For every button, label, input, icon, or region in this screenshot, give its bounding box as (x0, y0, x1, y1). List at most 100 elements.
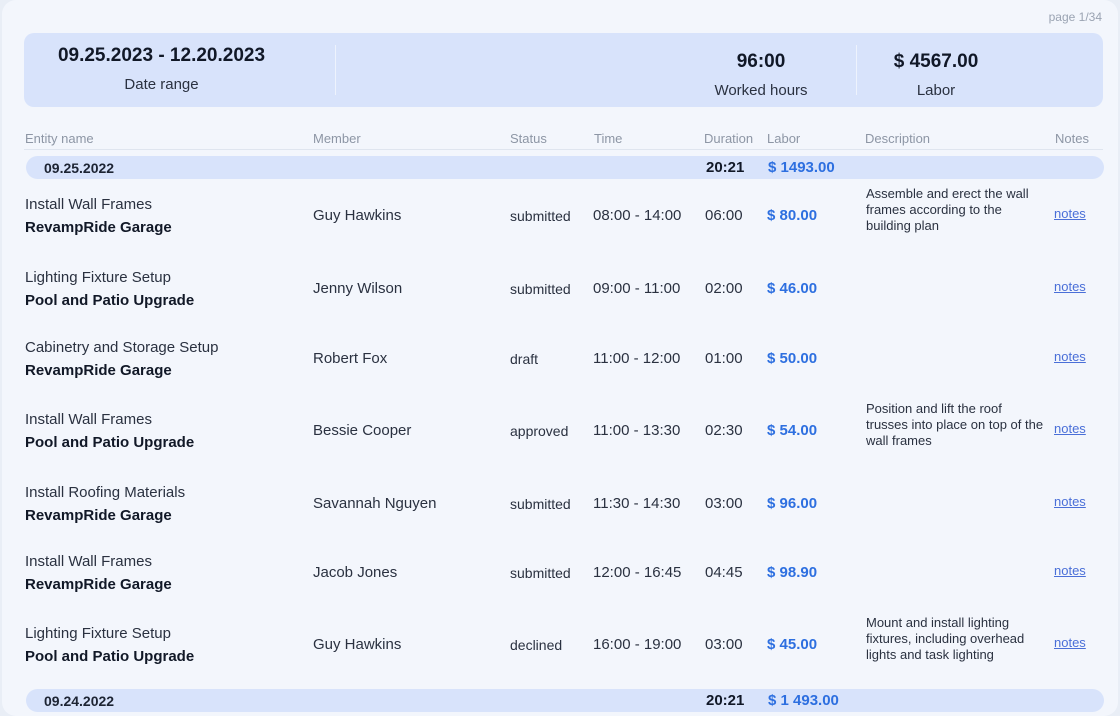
member-cell: Guy Hawkins (313, 207, 402, 224)
member-cell: Guy Hawkins (313, 636, 402, 653)
time-cell: 09:00 - 11:00 (593, 280, 681, 297)
time-cell: 08:00 - 14:00 (593, 207, 682, 224)
page-indicator: page 1/34 (1048, 10, 1102, 24)
notes-link[interactable]: notes (1054, 563, 1086, 578)
table-row: Lighting Fixture Setup Pool and Patio Up… (2, 259, 1118, 319)
status-cell: submitted (510, 281, 571, 297)
task-name: Install Wall Frames (25, 411, 152, 428)
table-row: Install Wall Frames RevampRide Garage Ja… (2, 543, 1118, 603)
entity-cell: Install Wall Frames RevampRide Garage (25, 553, 172, 593)
entity-cell: Install Roofing Materials RevampRide Gar… (25, 484, 185, 524)
task-name: Lighting Fixture Setup (25, 269, 171, 286)
date-group-header: 09.24.2022 20:21 $ 1 493.00 (26, 689, 1104, 712)
entity-cell: Lighting Fixture Setup Pool and Patio Up… (25, 625, 194, 665)
report-page: page 1/34 09.25.2023 - 12.20.2023 Date r… (2, 0, 1118, 716)
column-header-time: Time (594, 131, 623, 146)
member-cell: Bessie Cooper (313, 422, 412, 439)
project-name: RevampRide Garage (25, 219, 172, 236)
entity-cell: Cabinetry and Storage Setup RevampRide G… (25, 339, 218, 379)
notes-link[interactable]: notes (1054, 349, 1086, 364)
date-range-label: Date range (124, 76, 199, 93)
duration-cell: 02:00 (705, 280, 743, 297)
table-row: Install Roofing Materials RevampRide Gar… (2, 474, 1118, 534)
description-cell: Assemble and erect the wall frames accor… (866, 186, 1029, 233)
duration-cell: 04:45 (705, 564, 743, 581)
member-cell: Robert Fox (313, 350, 388, 367)
member-cell: Jacob Jones (313, 564, 398, 581)
column-header-status: Status (510, 131, 547, 146)
worked-hours-value: 96:00 (736, 51, 786, 72)
time-cell: 11:00 - 12:00 (593, 350, 681, 367)
labor-cell: $ 54.00 (767, 422, 818, 439)
notes-link[interactable]: notes (1054, 494, 1086, 509)
description-cell: Position and lift the roof trusses into … (866, 401, 1044, 448)
table-row: Install Wall Frames RevampRide Garage Gu… (2, 186, 1118, 246)
project-name: Pool and Patio Upgrade (25, 648, 195, 665)
worked-hours-block: 96:00 Worked hours (696, 51, 826, 99)
group-date: 09.24.2022 (44, 693, 115, 709)
table-row: Lighting Fixture Setup Pool and Patio Up… (2, 615, 1118, 675)
summary-divider (335, 45, 336, 95)
labor-value: $ 4567.00 (893, 51, 979, 72)
duration-cell: 06:00 (705, 207, 743, 224)
entity-cell: Lighting Fixture Setup Pool and Patio Up… (25, 269, 194, 309)
table-row: Install Wall Frames Pool and Patio Upgra… (2, 401, 1118, 461)
notes-link[interactable]: notes (1054, 279, 1086, 294)
summary-divider (856, 45, 857, 95)
task-name: Install Wall Frames (25, 553, 152, 570)
notes-link[interactable]: notes (1054, 206, 1086, 221)
column-header-notes: Notes (1055, 131, 1089, 146)
status-cell: submitted (510, 208, 571, 224)
project-name: Pool and Patio Upgrade (25, 292, 195, 309)
project-name: RevampRide Garage (25, 362, 172, 379)
labor-cell: $ 96.00 (767, 495, 818, 512)
labor-label: Labor (916, 82, 956, 99)
status-cell: declined (510, 637, 563, 653)
time-cell: 16:00 - 19:00 (593, 636, 682, 653)
summary-panel: 09.25.2023 - 12.20.2023 Date range 96:00… (24, 33, 1103, 107)
date-range-block: 09.25.2023 - 12.20.2023 Date range (34, 45, 289, 93)
group-date: 09.25.2022 (44, 160, 115, 176)
task-name: Lighting Fixture Setup (25, 625, 171, 642)
duration-cell: 02:30 (705, 422, 743, 439)
column-header-duration: Duration (704, 131, 754, 146)
column-header-labor: Labor (767, 131, 801, 146)
labor-cell: $ 45.00 (767, 636, 818, 653)
member-cell: Jenny Wilson (313, 280, 403, 297)
status-cell: submitted (510, 565, 571, 581)
group-duration: 20:21 (706, 159, 745, 176)
status-cell: submitted (510, 496, 571, 512)
task-name: Cabinetry and Storage Setup (25, 339, 219, 356)
entity-cell: Install Wall Frames Pool and Patio Upgra… (25, 411, 194, 451)
group-labor: $ 1 493.00 (768, 692, 839, 709)
column-header-description: Description (865, 131, 931, 146)
group-labor: $ 1493.00 (768, 159, 835, 176)
duration-cell: 03:00 (705, 636, 743, 653)
project-name: RevampRide Garage (25, 576, 172, 593)
column-header-member: Member (313, 131, 361, 146)
time-cell: 11:00 - 13:30 (593, 422, 681, 439)
notes-link[interactable]: notes (1054, 421, 1086, 436)
project-name: Pool and Patio Upgrade (25, 434, 195, 451)
description-cell: Mount and install lighting fixtures, inc… (866, 615, 1025, 662)
table-row: Cabinetry and Storage Setup RevampRide G… (2, 329, 1118, 389)
status-cell: approved (510, 423, 569, 439)
table-header: Entity name Member Status Time Duration … (24, 130, 1103, 150)
column-header-entity: Entity name (25, 131, 94, 146)
member-cell: Savannah Nguyen (313, 495, 437, 512)
group-duration: 20:21 (706, 692, 745, 709)
time-cell: 12:00 - 16:45 (593, 564, 682, 581)
time-cell: 11:30 - 14:30 (593, 495, 681, 512)
duration-cell: 03:00 (705, 495, 743, 512)
notes-link[interactable]: notes (1054, 635, 1086, 650)
labor-cell: $ 80.00 (767, 207, 818, 224)
labor-block: $ 4567.00 Labor (876, 51, 996, 99)
task-name: Install Wall Frames (25, 196, 152, 213)
date-group-header: 09.25.2022 20:21 $ 1493.00 (26, 156, 1104, 179)
labor-cell: $ 50.00 (767, 350, 818, 367)
entity-cell: Install Wall Frames RevampRide Garage (25, 196, 172, 236)
duration-cell: 01:00 (705, 350, 743, 367)
labor-cell: $ 46.00 (767, 280, 818, 297)
worked-hours-label: Worked hours (714, 82, 808, 99)
project-name: RevampRide Garage (25, 507, 172, 524)
